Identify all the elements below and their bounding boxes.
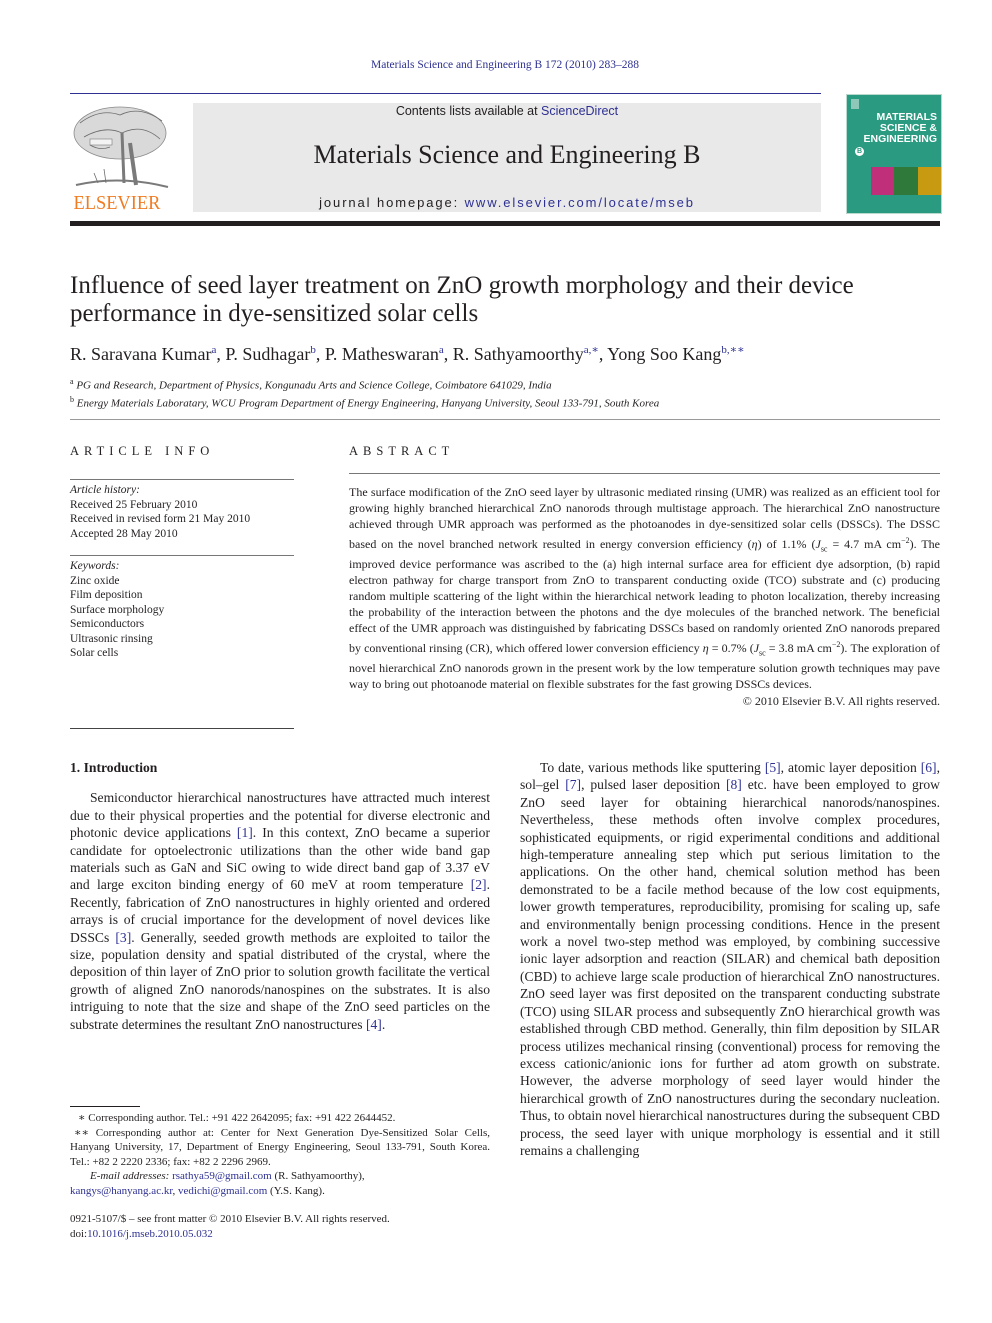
cover-micrographs (871, 167, 941, 195)
footnotes: ∗ Corresponding author. Tel.: +91 422 26… (70, 1106, 490, 1199)
divider (70, 479, 294, 480)
affiliation: a PG and Research, Department of Physics… (70, 377, 552, 392)
divider (70, 727, 294, 729)
keywords: Keywords: Zinc oxide Film deposition Sur… (70, 559, 294, 661)
article-info: ARTICLE INFO Article history: Received 2… (70, 444, 294, 729)
front-matter: 0921-5107/$ – see front matter © 2010 El… (70, 1212, 490, 1241)
header-thick-divider (70, 221, 940, 226)
affiliation: b Energy Materials Laboratary, WCU Progr… (70, 395, 660, 410)
reference-link[interactable]: [1] (237, 825, 253, 840)
footnote: ∗∗ Corresponding author at: Center for N… (70, 1126, 490, 1168)
keyword: Semiconductors (70, 618, 145, 630)
cover-image-green (894, 167, 918, 195)
paragraph: Semiconductor hierarchical nanostructure… (70, 790, 490, 1032)
affiliation-link[interactable]: b,∗∗ (721, 344, 744, 356)
elsevier-tree-icon (73, 106, 169, 188)
divider (349, 473, 940, 474)
author-list: R. Saravana Kumara, P. Sudhagarb, P. Mat… (70, 343, 950, 365)
reference-link[interactable]: [6] (921, 760, 937, 775)
contents-line: Contents lists available at ScienceDirec… (395, 104, 619, 118)
email-link[interactable]: rsathya59@gmail.com (172, 1170, 272, 1182)
reference-link[interactable]: [2] (471, 877, 487, 892)
section-heading: 1. Introduction (70, 760, 158, 775)
footnote: ∗ Corresponding author. Tel.: +91 422 26… (78, 1112, 396, 1124)
doi-line: doi:10.1016/j.mseb.2010.05.032 (70, 1227, 213, 1240)
elsevier-logo: ELSEVIER (70, 103, 172, 215)
abstract: ABSTRACT The surface modification of the… (349, 444, 940, 709)
email-link[interactable]: kangys@hanyang.ac.kr (70, 1185, 173, 1197)
paragraph: To date, various methods like sputtering… (520, 760, 940, 1158)
journal-cover-image: MATERIALS SCIENCE & ENGINEERING B (846, 94, 942, 214)
keyword: Zinc oxide (70, 574, 120, 587)
reference-link[interactable]: [3] (115, 930, 131, 945)
article-title: Influence of seed layer treatment on ZnO… (70, 272, 854, 327)
homepage-link[interactable]: www.elsevier.com/locate/mseb (465, 195, 695, 210)
body-column-left: 1. Introduction Semiconductor hierarchic… (70, 759, 490, 1033)
keyword: Film deposition (70, 589, 143, 601)
author: P. Matheswarana, (324, 344, 453, 364)
body-column-right: To date, various methods like sputtering… (520, 759, 940, 1159)
keyword: Ultrasonic rinsing (70, 632, 153, 645)
journal-homepage: journal homepage: www.elsevier.com/locat… (319, 195, 695, 210)
copyright: © 2010 Elsevier B.V. All rights reserved… (742, 693, 940, 708)
cover-image-magenta (871, 167, 895, 195)
doi-link[interactable]: 10.1016/j.mseb.2010.05.032 (87, 1228, 213, 1240)
affiliation-link[interactable]: a,∗ (584, 344, 599, 356)
cover-subtitle: B (855, 147, 864, 156)
journal-title: Materials Science and Engineering B (313, 140, 701, 169)
header-divider (70, 93, 821, 94)
email-link[interactable]: vedichi@gmail.com (178, 1185, 267, 1197)
footnote-divider (70, 1106, 140, 1107)
sciencedirect-link[interactable]: ScienceDirect (541, 104, 618, 118)
author: R. Saravana Kumara, (70, 344, 226, 364)
journal-citation[interactable]: Materials Science and Engineering B 172 … (0, 59, 992, 71)
cover-logo-icon (851, 99, 859, 109)
citation-link[interactable]: Materials Science and Engineering B 172 … (371, 59, 639, 71)
reference-link[interactable]: [5] (765, 760, 781, 775)
elsevier-wordmark: ELSEVIER (73, 192, 161, 214)
title-divider (70, 419, 940, 420)
reference-link[interactable]: [8] (726, 777, 742, 792)
divider (70, 555, 294, 556)
cover-image-yellow (917, 167, 941, 195)
journal-banner: Contents lists available at ScienceDirec… (193, 103, 821, 212)
abstract-text: The surface modification of the ZnO seed… (349, 485, 941, 691)
article-info-heading: ARTICLE INFO (70, 444, 215, 458)
reference-link[interactable]: [7] (565, 777, 581, 792)
email-addresses: E-mail addresses: rsathya59@gmail.com (R… (70, 1170, 365, 1197)
abstract-heading: ABSTRACT (349, 444, 455, 458)
issn-line: 0921-5107/$ – see front matter © 2010 El… (70, 1213, 390, 1225)
article-history: Article history: Received 25 February 20… (70, 484, 251, 540)
keyword: Solar cells (70, 647, 119, 659)
reference-link[interactable]: [4] (366, 1017, 382, 1032)
keyword: Surface morphology (70, 603, 165, 616)
author: Yong Soo Kangb,∗∗ (607, 344, 745, 364)
cover-title: MATERIALS SCIENCE & ENGINEERING (863, 111, 937, 145)
author: P. Sudhagarb, (225, 344, 325, 364)
author: R. Sathyamoorthya,∗, (452, 344, 608, 364)
affiliations: a PG and Research, Department of Physics… (70, 375, 950, 411)
